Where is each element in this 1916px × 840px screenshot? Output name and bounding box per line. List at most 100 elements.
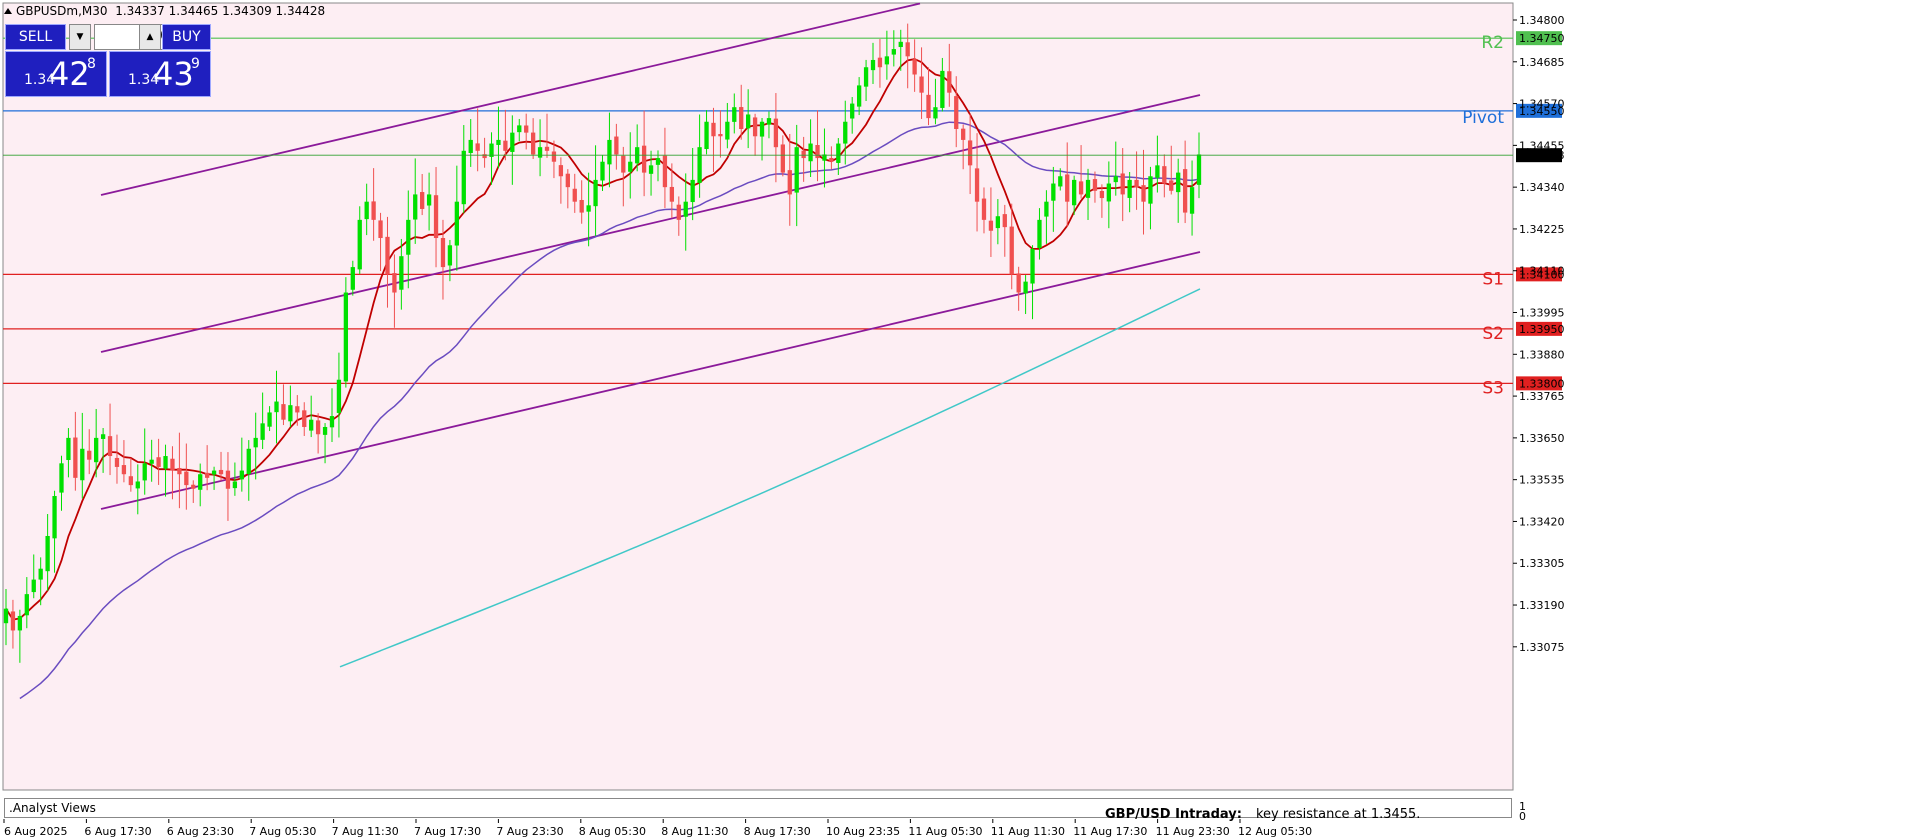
x-tick-label: 8 Aug 11:30 [661, 825, 728, 838]
candle-body [24, 594, 29, 616]
candle-body [1044, 201, 1049, 217]
candle-body [73, 437, 78, 478]
y-tick-label: 1.34570 [1519, 98, 1565, 111]
candle-body [1037, 219, 1042, 249]
candle-body [315, 420, 321, 435]
candle-body [45, 535, 50, 572]
x-tick-label: 8 Aug 05:30 [579, 825, 646, 838]
buy-button[interactable]: BUY [162, 24, 211, 50]
candle-body [496, 139, 501, 145]
candle-body [1016, 273, 1021, 293]
candle-body [891, 49, 896, 55]
x-tick-label: 7 Aug 23:30 [496, 825, 563, 838]
candle-body [385, 236, 390, 275]
collapse-triangle-icon[interactable] [4, 8, 12, 14]
candle-body [711, 122, 716, 137]
candle-body [1058, 176, 1063, 187]
candle-body [1169, 180, 1174, 191]
candle-body [191, 484, 196, 489]
candle-body [378, 220, 383, 239]
level-price-label-s3: 1.33800 [1519, 377, 1565, 390]
level-name-s1: S1 [1482, 269, 1504, 289]
candle-body [3, 608, 9, 624]
candle-body [676, 204, 681, 220]
candle-body [836, 143, 841, 163]
candle-body [239, 470, 244, 480]
candle-body [524, 125, 529, 133]
x-tick-label: 11 Aug 17:30 [1073, 825, 1147, 838]
candle-body [253, 437, 258, 448]
sell-price-fraction: 8 [87, 56, 96, 72]
x-tick-label: 7 Aug 11:30 [332, 825, 399, 838]
candle-body [267, 412, 272, 427]
candle-body [1120, 173, 1125, 195]
sell-price-pips: 42 [49, 55, 90, 93]
candle-body [648, 165, 654, 174]
candle-body [413, 194, 418, 220]
candle-body [766, 118, 772, 125]
candle-body [281, 404, 286, 420]
buy-price-button[interactable]: 1.34 43 9 [109, 51, 211, 97]
candle-body [295, 406, 300, 413]
y-tick-label: 1.34800 [1519, 14, 1565, 27]
level-price-label-s2: 1.33950 [1519, 323, 1565, 336]
subwindow-scale-bottom: 0 [1519, 810, 1526, 823]
candle-body [204, 472, 210, 478]
indicator-subwindow[interactable]: .Analyst Views GBP/USD Intraday: key resi… [4, 798, 1512, 822]
candle-body [399, 256, 404, 290]
candle-body [94, 437, 99, 463]
candle-body [933, 107, 938, 119]
candle-body [898, 41, 903, 48]
sell-button[interactable]: SELL [5, 24, 66, 50]
symbol-header: GBPUSDm,M30 1.34337 1.34465 1.34309 1.34… [4, 4, 325, 18]
candle-body [863, 67, 869, 87]
candle-body [156, 457, 161, 467]
lot-increase-button[interactable]: ▲ [139, 24, 161, 50]
candle-body [510, 132, 515, 152]
candle-body [80, 448, 85, 481]
x-tick-label: 11 Aug 23:30 [1156, 825, 1230, 838]
candle-body [974, 168, 980, 202]
candle-body [877, 57, 883, 68]
candle-body [107, 436, 113, 457]
candle-body [503, 140, 508, 151]
candle-body [662, 155, 668, 188]
candle-body [967, 140, 973, 166]
candle-body [843, 121, 848, 144]
x-tick-label: 6 Aug 23:30 [167, 825, 234, 838]
candle-body [433, 195, 439, 239]
candle-body [31, 579, 36, 593]
candle-body [121, 465, 127, 475]
candle-body [225, 470, 231, 489]
candle-body [544, 146, 550, 151]
candle-body [1134, 179, 1139, 188]
candle-body [940, 70, 945, 108]
candle-body [343, 292, 349, 382]
candle-body [135, 481, 140, 489]
candle-body [114, 457, 120, 467]
current-price-label: 1.34428 [1519, 149, 1565, 162]
candle-body [1002, 214, 1007, 228]
candle-body [52, 496, 57, 539]
candle-body [558, 165, 564, 177]
candle-body [38, 568, 43, 580]
candle-body [260, 423, 265, 440]
y-tick-label: 1.33420 [1519, 515, 1565, 528]
candle-body [884, 56, 890, 65]
candle-body [537, 147, 543, 158]
candle-body [440, 238, 446, 268]
candle-body [1023, 281, 1028, 294]
candle-body [406, 219, 411, 255]
candle-body [787, 170, 792, 195]
candle-body [683, 201, 688, 217]
buy-price-fraction: 9 [191, 56, 200, 72]
y-tick-label: 1.34110 [1519, 265, 1565, 278]
candle-body [184, 471, 189, 486]
y-tick-label: 1.33535 [1519, 474, 1565, 487]
candle-body [1092, 179, 1098, 191]
candle-body [655, 158, 661, 165]
sell-price-button[interactable]: 1.34 42 8 [5, 51, 107, 97]
candle-body [856, 85, 862, 107]
price-chart[interactable]: R2 1.34750Pivot 1.34550S1 1.34100S2 1.33950S… [0, 0, 1916, 840]
lot-decrease-button[interactable]: ▼ [69, 24, 91, 50]
